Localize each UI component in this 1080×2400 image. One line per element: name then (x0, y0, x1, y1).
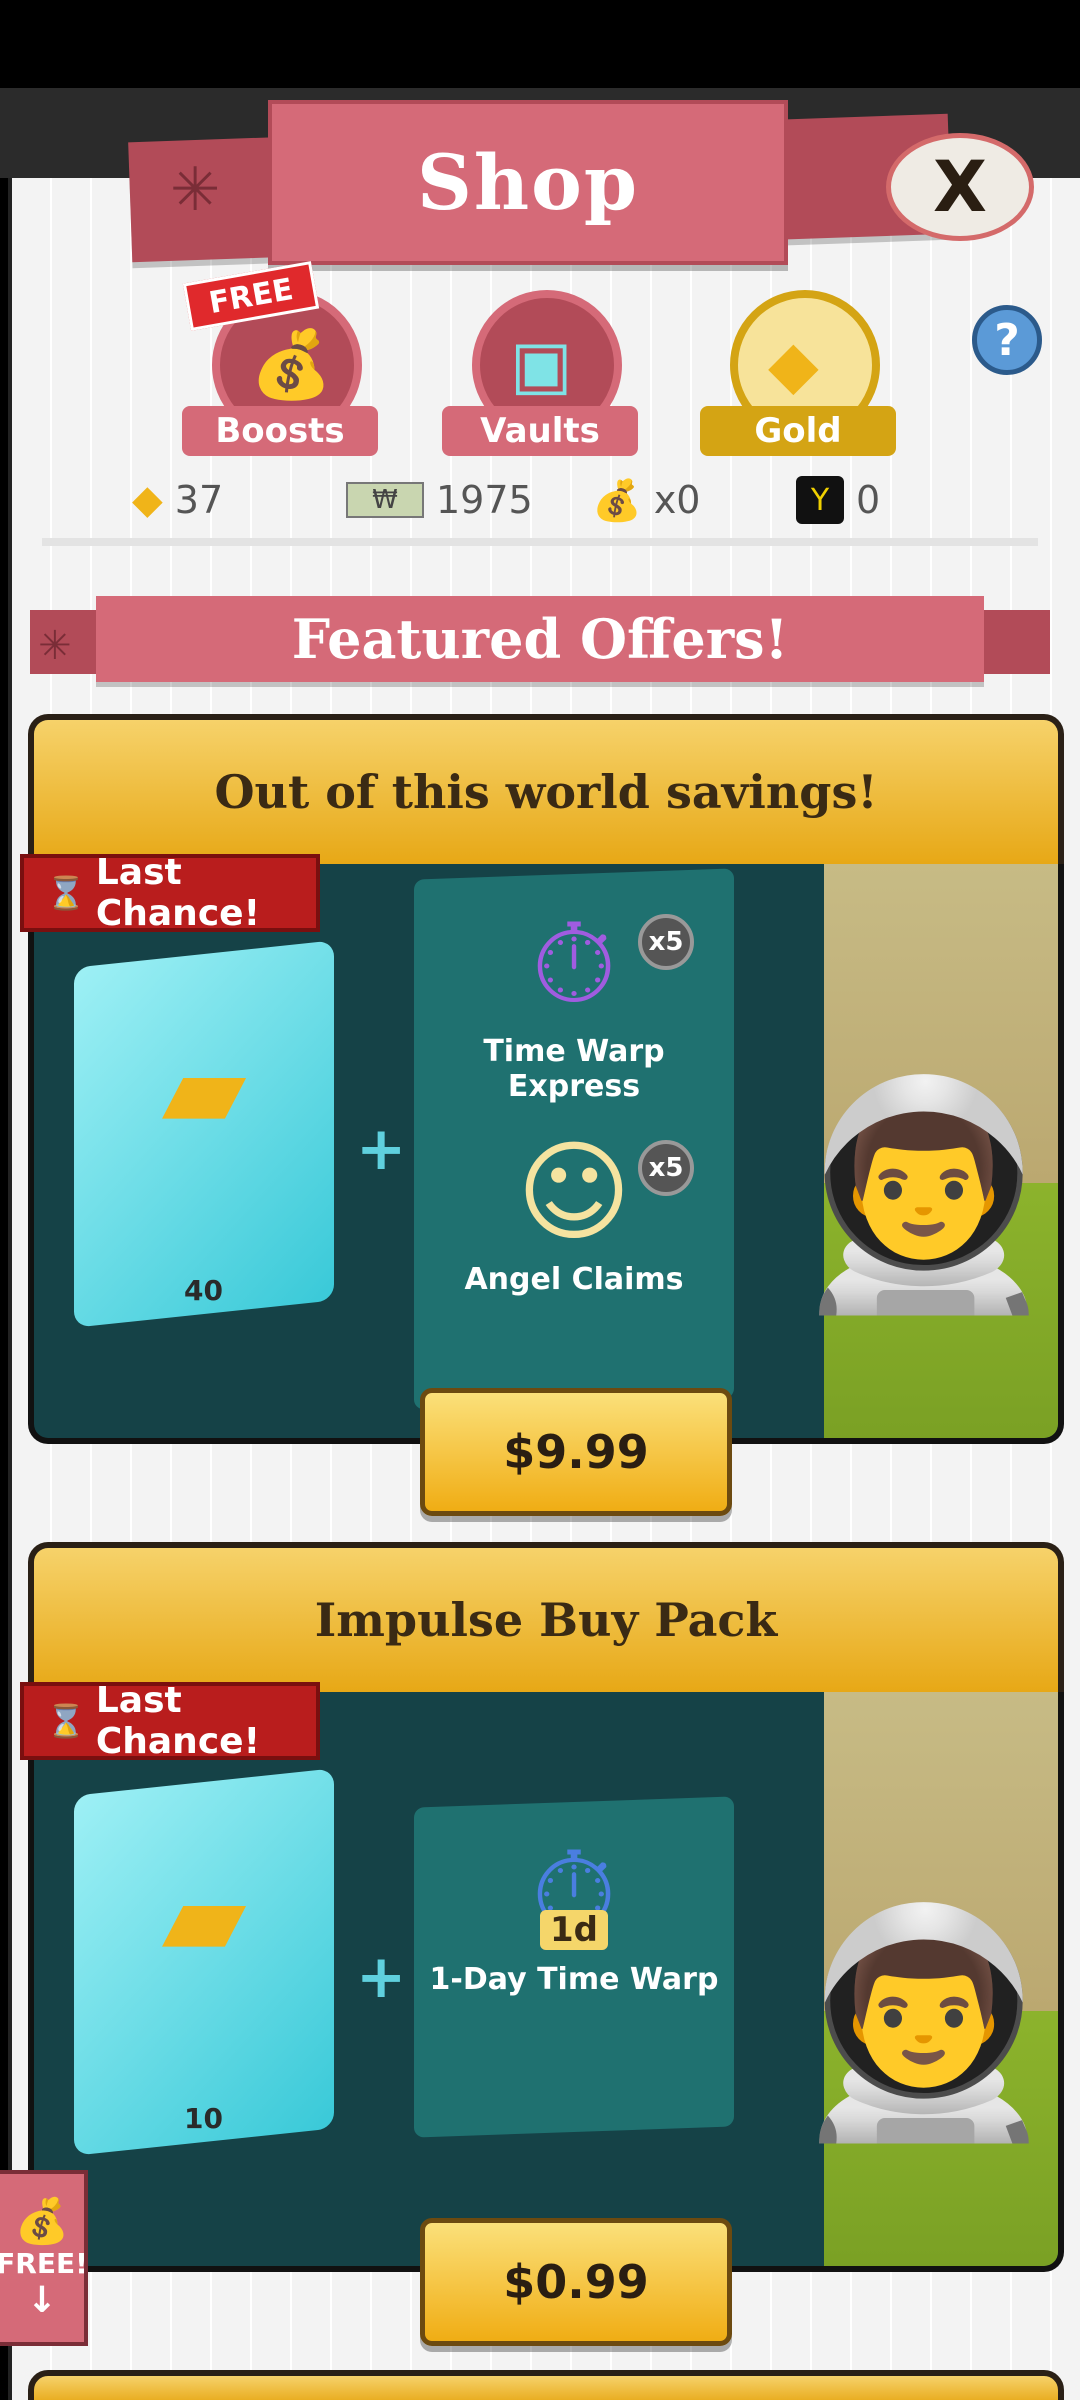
gold-icon: ◆ (132, 477, 163, 523)
offer-title: Out of this world savings! (214, 765, 878, 819)
featured-plate: Featured Offers! (96, 596, 984, 682)
mega-ticket-icon: Y (796, 476, 844, 524)
status-bar (0, 0, 1080, 88)
item-label: Time Warp Express (483, 1034, 665, 1104)
offer-card: Impulse Buy Pack ▰ 10 + ⏱ 1d 1-Day Time … (20, 1542, 1064, 2346)
last-chance-ribbon: ⌛ Last Chance! (20, 852, 320, 934)
currency-gold: ◆ 37 (132, 470, 223, 530)
help-button[interactable]: ? (972, 305, 1042, 375)
free-boost-side-button[interactable]: 💰 FREE! ↓ (0, 2170, 88, 2346)
currency-gold-value: 37 (174, 478, 224, 522)
gold-bars-icon: ▰ (161, 1853, 247, 1981)
featured-offers-banner: ✳ ✳ Featured Offers! (30, 596, 1050, 682)
boost-bag-icon: 💰 (14, 2196, 70, 2247)
offer-header: Impulse Buy Pack (28, 1542, 1064, 1692)
buy-button[interactable]: $9.99 (420, 1388, 732, 1516)
next-offer-card-peek (28, 2370, 1064, 2400)
tab-vaults-label: Vaults (442, 406, 638, 456)
arrow-down-icon: ↓ (26, 2280, 58, 2321)
hourglass-icon: ⌛ (46, 874, 86, 912)
vault-icon: ▣ (510, 326, 573, 403)
tab-gold-label: Gold (700, 406, 896, 456)
currency-moneybags: 💰 x0 (592, 470, 700, 530)
shop-title-banner: ✳ ✳ Shop (128, 100, 952, 265)
last-chance-label: Last Chance! (95, 1680, 260, 1762)
item-one-day-time-warp: ⏱ 1d 1-Day Time Warp (414, 1822, 734, 1997)
plus-icon: + (356, 1114, 407, 1184)
astronaut-capitalist-icon: 👨‍🚀 (787, 1894, 1061, 2150)
quantity-badge: x5 (638, 914, 694, 970)
astronaut-capitalist-icon: 👨‍🚀 (787, 1066, 1061, 1322)
currency-megabucks-value: 1975 (436, 478, 533, 522)
angel-claims-icon: ☺ (516, 1128, 632, 1256)
currency-tickets: Y 0 (796, 470, 880, 530)
close-button[interactable]: X (886, 133, 1034, 241)
page-title: Shop (417, 138, 639, 227)
quantity-badge: x5 (638, 1140, 694, 1196)
currency-moneybags-value: x0 (653, 478, 701, 522)
starburst-decoration-icon: ✳ (170, 155, 221, 225)
time-warp-express-icon: ⏱ (531, 900, 617, 1028)
item-label: Angel Claims (464, 1262, 684, 1297)
boost-bag-icon: 💰 (250, 326, 333, 403)
offer-body: ▰ 40 + ⏱ Time Warp Express x5 ☺ Angel Cl… (28, 864, 1064, 1444)
divider (42, 538, 1038, 546)
mega-bucks-icon: ₩ (346, 482, 424, 518)
offer-title: Impulse Buy Pack (314, 1593, 778, 1647)
time-warp-duration: 1d (540, 1910, 608, 1950)
gold-amount: 10 (184, 2102, 223, 2135)
featured-title: Featured Offers! (291, 607, 789, 671)
last-chance-ribbon: ⌛ Last Chance! (20, 1680, 320, 1762)
tab-gold[interactable]: ◆ Gold (700, 290, 896, 460)
hourglass-icon: ⌛ (46, 1702, 86, 1740)
money-bag-icon: 💰 (592, 477, 642, 524)
gold-bars-icon: ▰ (161, 1025, 247, 1153)
free-side-label: FREE! (0, 2247, 88, 2280)
starburst-decoration-icon: ✳ (38, 623, 72, 669)
offer-card: Out of this world savings! ▰ 40 + ⏱ Time… (20, 714, 1064, 1516)
item-label: 1-Day Time Warp (429, 1962, 719, 1997)
title-plate: Shop (268, 100, 788, 265)
plus-icon: + (356, 1942, 407, 2012)
tab-vaults[interactable]: ▣ Vaults (442, 290, 638, 460)
gold-amount: 40 (184, 1274, 223, 1307)
tab-boosts-label: Boosts (182, 406, 378, 456)
last-chance-label: Last Chance! (95, 852, 260, 934)
gold-icon: ◆ (768, 326, 819, 403)
buy-button[interactable]: $0.99 (420, 2218, 732, 2346)
offer-header: Out of this world savings! (28, 714, 1064, 864)
offer-body: ▰ 10 + ⏱ 1d 1-Day Time Warp 👨‍🚀 (28, 1692, 1064, 2272)
currency-tickets-value: 0 (856, 478, 881, 522)
currency-megabucks: ₩ 1975 (346, 470, 533, 530)
